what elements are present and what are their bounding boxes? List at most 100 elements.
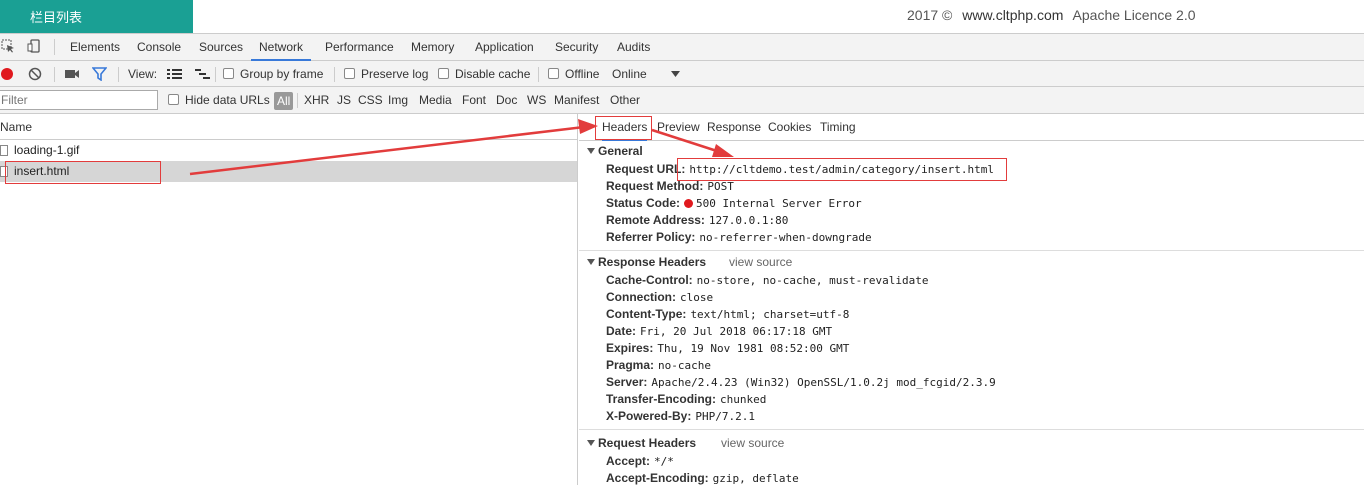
section-toggle-request-headers[interactable]: Request Headers view source — [579, 434, 1364, 453]
offline-checkbox[interactable]: Offline — [548, 61, 599, 87]
triangle-down-icon — [587, 148, 595, 154]
tab-timing[interactable]: Timing — [820, 114, 856, 141]
request-name: loading-1.gif — [14, 143, 80, 157]
filter-type-css[interactable]: CSS — [358, 87, 383, 114]
header-key: Transfer-Encoding: — [606, 392, 717, 406]
section-toggle-general[interactable]: General — [579, 142, 1364, 161]
footer-credits: 2017 © www.cltphp.com Apache Licence 2.0 — [907, 7, 1202, 23]
tab-audits[interactable]: Audits — [616, 34, 651, 61]
header-key: Server: — [606, 375, 648, 389]
licence-text: Apache Licence 2.0 — [1072, 7, 1196, 23]
hide-data-urls-checkbox[interactable]: Hide data URLs — [168, 87, 270, 114]
filter-type-ws[interactable]: WS — [527, 87, 546, 114]
tab-application[interactable]: Application — [474, 34, 535, 61]
section-toggle-response-headers[interactable]: Response Headers view source — [579, 253, 1364, 272]
document-file-icon — [0, 166, 8, 177]
toolbar-divider — [297, 93, 298, 108]
header-key: Request URL: — [606, 162, 686, 176]
filter-icon[interactable] — [92, 67, 107, 81]
header-key: Status Code: — [606, 196, 681, 210]
filter-type-font[interactable]: Font — [462, 87, 486, 114]
tab-security[interactable]: Security — [554, 34, 599, 61]
triangle-down-icon — [587, 259, 595, 265]
header-row: Date: Fri, 20 Jul 2018 06:17:18 GMT — [579, 323, 1364, 340]
request-row[interactable]: insert.html — [0, 161, 577, 182]
filter-type-other[interactable]: Other — [610, 87, 640, 114]
group-by-frame-checkbox[interactable]: Group by frame — [223, 61, 323, 87]
request-headers-section: Request Headers view source Accept: */* Ac… — [579, 430, 1364, 485]
header-row: Transfer-Encoding: chunked — [579, 391, 1364, 408]
general-section: General Request URL: http://cltdemo.test/… — [579, 141, 1364, 251]
throttle-select[interactable]: Online — [612, 61, 647, 87]
checkbox-label: Group by frame — [240, 67, 324, 81]
checkbox-box[interactable] — [548, 68, 559, 79]
checkbox-box[interactable] — [438, 68, 449, 79]
tab-preview[interactable]: Preview — [657, 114, 700, 141]
filter-type-doc[interactable]: Doc — [496, 87, 517, 114]
tab-network[interactable]: Network — [251, 34, 312, 61]
checkbox-label: Hide data URLs — [185, 93, 270, 107]
close-icon[interactable] — [583, 122, 592, 132]
checkbox-box[interactable] — [223, 68, 234, 79]
view-source-link[interactable]: view source — [721, 434, 784, 453]
header-value: chunked — [720, 393, 767, 406]
tab-sources[interactable]: Sources — [198, 34, 244, 61]
tab-console[interactable]: Console — [136, 34, 182, 61]
filter-type-xhr[interactable]: XHR — [304, 87, 329, 114]
header-key: Referrer Policy: — [606, 230, 696, 244]
header-value: 127.0.0.1:80 — [708, 214, 789, 227]
header-key: Date: — [606, 324, 637, 338]
header-value: close — [680, 291, 714, 304]
disable-cache-checkbox[interactable]: Disable cache — [438, 61, 530, 87]
header-value: text/html; charset=utf-8 — [690, 308, 850, 321]
header-key: Remote Address: — [606, 213, 705, 227]
filter-type-img[interactable]: Img — [388, 87, 408, 114]
header-row: Content-Type: text/html; charset=utf-8 — [579, 306, 1364, 323]
page-title: 栏目列表 — [0, 0, 193, 33]
list-view-icon[interactable] — [167, 68, 182, 80]
header-row: Referrer Policy: no-referrer-when-downgra… — [579, 229, 1364, 246]
checkbox-box[interactable] — [168, 94, 179, 105]
request-row[interactable]: loading-1.gif — [0, 140, 577, 161]
header-key: Accept: — [606, 454, 651, 468]
view-source-link[interactable]: view source — [729, 253, 792, 272]
header-row: Status Code: 500 Internal Server Error — [579, 195, 1364, 212]
site-link[interactable]: www.cltphp.com — [962, 7, 1063, 23]
throttle-value: Online — [612, 67, 647, 81]
clear-icon[interactable] — [28, 67, 42, 81]
tab-performance[interactable]: Performance — [324, 34, 395, 61]
tab-headers[interactable]: Headers — [602, 114, 648, 141]
toolbar-divider — [54, 67, 55, 82]
camera-icon[interactable] — [65, 68, 80, 80]
app-header: 栏目列表 2017 © www.cltphp.com Apache Licenc… — [0, 0, 1364, 33]
request-name: insert.html — [14, 164, 70, 178]
status-error-icon — [684, 199, 694, 208]
section-title: Response Headers — [598, 255, 707, 269]
filter-type-all[interactable]: All — [274, 92, 294, 110]
tab-elements[interactable]: Elements — [69, 34, 121, 61]
preserve-log-checkbox[interactable]: Preserve log — [344, 61, 428, 87]
waterfall-icon[interactable] — [195, 68, 210, 80]
filter-type-js[interactable]: JS — [337, 87, 351, 114]
devtools-tab-bar: Elements Console Sources Network Perform… — [0, 33, 1364, 61]
tab-cookies[interactable]: Cookies — [768, 114, 811, 141]
filter-type-manifest[interactable]: Manifest — [554, 87, 599, 114]
tab-response[interactable]: Response — [707, 114, 761, 141]
toolbar-divider — [118, 67, 119, 82]
checkbox-box[interactable] — [344, 68, 355, 79]
record-icon[interactable] — [0, 67, 14, 81]
image-file-icon — [0, 145, 8, 156]
header-key: Accept-Encoding: — [606, 471, 709, 485]
inspect-icon[interactable] — [1, 39, 15, 53]
header-value: no-referrer-when-downgrade — [699, 231, 872, 244]
header-value: Thu, 19 Nov 1981 08:52:00 GMT — [657, 342, 850, 355]
filter-type-media[interactable]: Media — [419, 87, 452, 114]
request-detail-pane: Headers Preview Response Cookies Timing … — [579, 114, 1364, 485]
tab-memory[interactable]: Memory — [410, 34, 455, 61]
filter-input[interactable] — [0, 90, 158, 110]
header-row: Expires: Thu, 19 Nov 1981 08:52:00 GMT — [579, 340, 1364, 357]
device-toggle-icon[interactable] — [27, 39, 41, 53]
column-header-name[interactable]: Name — [0, 114, 577, 140]
header-row: Accept: */* — [579, 453, 1364, 470]
chevron-down-icon[interactable] — [671, 71, 680, 77]
